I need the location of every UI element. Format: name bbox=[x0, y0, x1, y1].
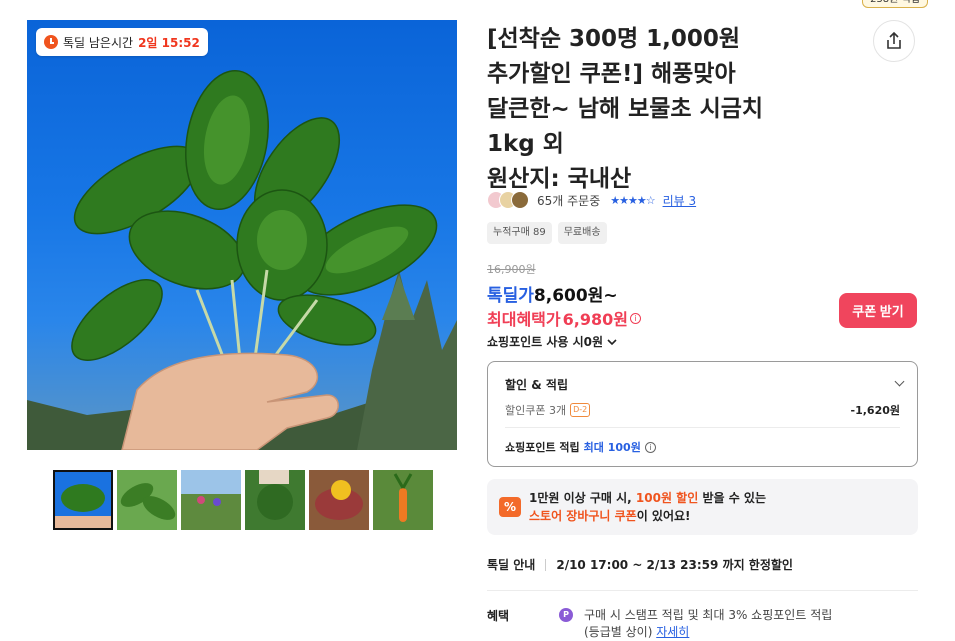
points-earn-label: 쇼핑포인트 적립 bbox=[505, 441, 580, 454]
banner-text: 이 있어요! bbox=[636, 509, 691, 523]
deal-price-row: 톡딜가 8,600원~ bbox=[487, 281, 618, 306]
points-usage-toggle[interactable]: 쇼핑포인트 사용 시0원 bbox=[487, 333, 617, 350]
thumbnail-greens-bowl[interactable] bbox=[245, 470, 305, 530]
chevron-down-icon[interactable] bbox=[894, 376, 905, 387]
info-icon[interactable]: i bbox=[644, 441, 656, 453]
max-benefit-label: 최대혜택가 bbox=[487, 310, 561, 329]
product-main-image[interactable]: 톡딜 남은시간 2일 15:52 bbox=[27, 20, 457, 450]
rating-stars: ★★★★☆ bbox=[610, 193, 655, 207]
buyer-avatars bbox=[487, 191, 529, 209]
benefit-text: 구매 시 스탬프 적립 및 최대 3% 쇼핑포인트 적립 (등급별 상이) 자세… bbox=[584, 607, 914, 641]
original-price: 16,900원 bbox=[487, 263, 536, 276]
max-benefit-row: 최대혜택가 6,980원 i bbox=[487, 306, 641, 330]
thumbnail-spinach-hand[interactable] bbox=[53, 470, 113, 530]
divider bbox=[505, 427, 900, 428]
order-count: 65개 주문중 bbox=[537, 193, 601, 208]
deal-timer: 톡딜 남은시간 2일 15:52 bbox=[36, 28, 208, 56]
discount-panel-title: 할인 & 적립 bbox=[505, 378, 568, 392]
timer-label: 톡딜 남은시간 bbox=[63, 35, 134, 50]
product-meta: 65개 주문중 ★★★★☆ 리뷰 3 bbox=[487, 191, 696, 209]
benefit-detail-link[interactable]: 자세히 bbox=[656, 625, 689, 639]
share-button[interactable] bbox=[873, 20, 915, 62]
deal-guide-text: 2/10 17:00 ~ 2/13 23:59 까지 한정할인 bbox=[556, 558, 793, 572]
cart-coupon-banner[interactable]: % 1만원 이상 구매 시, 100원 할인 받을 수 있는 스토어 장바구니 … bbox=[487, 479, 918, 535]
coupon-count: 할인쿠폰 3개 bbox=[505, 404, 567, 417]
cart-coupon-text: 1만원 이상 구매 시, 100원 할인 받을 수 있는 스토어 장바구니 쿠폰… bbox=[529, 489, 766, 525]
banner-highlight: 스토어 장바구니 쿠폰 bbox=[529, 509, 637, 523]
spinach-photo bbox=[27, 69, 457, 450]
deal-price: 8,600원~ bbox=[533, 286, 618, 306]
chip-cumulative-purchases: 누적구매 89 bbox=[487, 222, 552, 244]
deal-guide-row: 톡딜 안내 2/10 17:00 ~ 2/13 23:59 까지 한정할인 bbox=[487, 556, 793, 573]
points-usage-label: 쇼핑포인트 사용 시0원 bbox=[487, 335, 604, 349]
discount-coupon-row: 할인쿠폰 3개 D-2 bbox=[505, 402, 591, 418]
chevron-down-icon bbox=[607, 338, 617, 345]
points-badge: 238원 적립 bbox=[862, 0, 928, 8]
dday-badge: D-2 bbox=[570, 403, 591, 417]
chip-free-shipping: 무료배송 bbox=[557, 222, 607, 244]
thumbnail-spinach-leaves[interactable] bbox=[117, 470, 177, 530]
deal-price-label: 톡딜가 bbox=[487, 286, 534, 306]
max-benefit-price: 6,980원 bbox=[562, 310, 628, 329]
share-icon bbox=[887, 31, 901, 49]
avatar bbox=[511, 191, 529, 209]
timer-value: 2일 15:52 bbox=[138, 35, 200, 50]
clock-icon bbox=[44, 35, 58, 49]
banner-text: 받을 수 있는 bbox=[698, 491, 766, 505]
banner-text: 1만원 이상 구매 시, bbox=[529, 491, 636, 505]
point-icon: P bbox=[559, 608, 573, 622]
banner-highlight: 100원 할인 bbox=[635, 491, 699, 505]
thumbnail-sweet-potato[interactable] bbox=[309, 470, 369, 530]
deal-guide-label: 톡딜 안내 bbox=[487, 558, 536, 572]
product-chips: 누적구매 89 무료배송 bbox=[487, 222, 607, 244]
benefit-description: 구매 시 스탬프 적립 및 최대 3% 쇼핑포인트 적립 bbox=[584, 608, 833, 622]
discount-points-panel: 할인 & 적립 할인쿠폰 3개 D-2 -1,620원 쇼핑포인트 적립 최대 … bbox=[487, 361, 918, 467]
points-earn-value: 최대 100원 bbox=[583, 441, 641, 454]
thumbnail-strip bbox=[53, 470, 433, 530]
percent-coupon-icon: % bbox=[499, 497, 521, 517]
thumbnail-farm-workers[interactable] bbox=[181, 470, 241, 530]
coupon-discount-amount: -1,620원 bbox=[850, 404, 900, 417]
info-icon[interactable]: i bbox=[629, 312, 641, 324]
points-earn-row: 쇼핑포인트 적립 최대 100원 i bbox=[505, 439, 656, 455]
get-coupon-button[interactable]: 쿠폰 받기 bbox=[839, 293, 917, 328]
divider bbox=[487, 590, 918, 591]
thumbnail-carrot[interactable] bbox=[373, 470, 433, 530]
benefit-label: 혜택 bbox=[487, 609, 510, 623]
product-title: [선착순 300명 1,000원 추가할인 쿠폰!] 해풍맞아 달큰한~ 남해 … bbox=[487, 26, 764, 192]
divider bbox=[545, 558, 547, 571]
benefit-note: (등급별 상이) bbox=[584, 625, 653, 639]
review-link[interactable]: 리뷰 3 bbox=[663, 192, 697, 209]
